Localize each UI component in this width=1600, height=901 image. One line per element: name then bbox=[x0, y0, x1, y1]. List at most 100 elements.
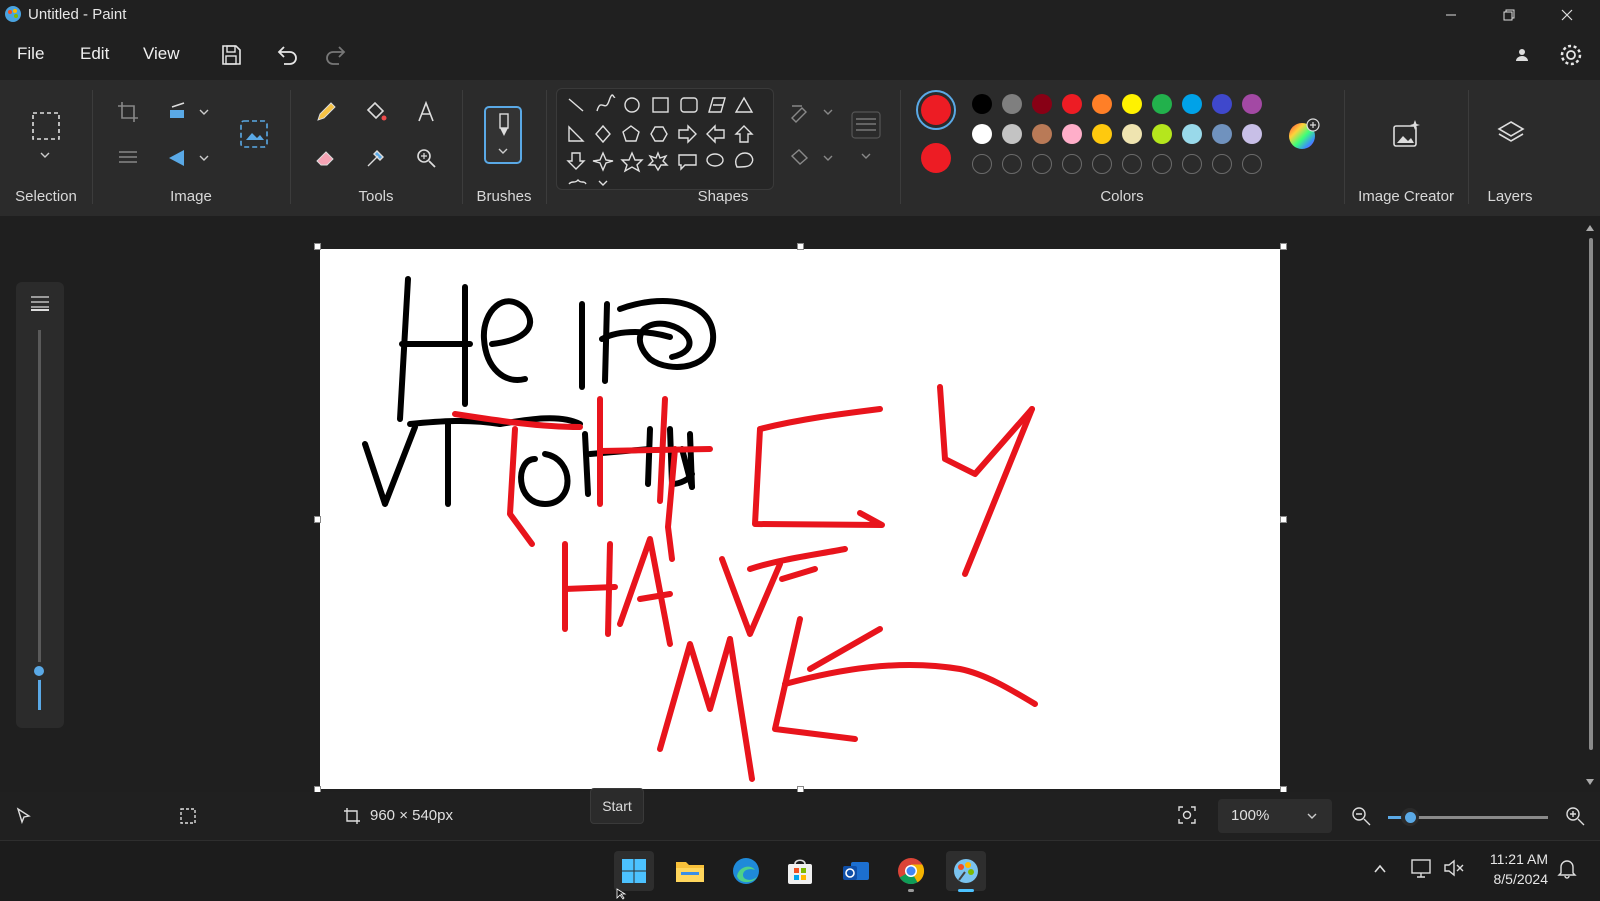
layers-icon[interactable] bbox=[1496, 118, 1526, 148]
custom-color-slot[interactable] bbox=[1062, 154, 1082, 174]
save-icon[interactable] bbox=[218, 42, 244, 68]
rotate-chevron-down-icon[interactable] bbox=[198, 152, 210, 164]
pencil-icon[interactable] bbox=[314, 100, 338, 124]
custom-color-slot[interactable] bbox=[1182, 154, 1202, 174]
brush-size-thumb[interactable] bbox=[30, 662, 48, 680]
brushes-button[interactable] bbox=[484, 106, 522, 164]
zoom-in-icon[interactable] bbox=[1564, 805, 1586, 827]
palette-color-swatch[interactable] bbox=[1212, 124, 1232, 144]
magnifier-icon[interactable] bbox=[414, 146, 438, 170]
mouse-pointer-icon bbox=[616, 888, 627, 900]
taskbar-time[interactable]: 11:21 AM bbox=[1478, 851, 1548, 867]
resize-icon[interactable] bbox=[166, 100, 190, 124]
zoom-out-icon[interactable] bbox=[1350, 805, 1372, 827]
crop-icon[interactable] bbox=[116, 100, 140, 124]
shape-outline-icon[interactable] bbox=[788, 100, 812, 124]
palette-color-swatch[interactable] bbox=[1152, 124, 1172, 144]
account-icon[interactable] bbox=[1512, 45, 1532, 65]
edit-colors-rainbow-icon[interactable] bbox=[1286, 118, 1320, 152]
minimize-button[interactable] bbox=[1422, 0, 1480, 30]
file-explorer-button[interactable] bbox=[670, 851, 710, 891]
chrome-button[interactable] bbox=[891, 851, 931, 892]
restore-button[interactable] bbox=[1480, 0, 1538, 30]
palette-color-swatch[interactable] bbox=[1242, 124, 1262, 144]
custom-color-slot[interactable] bbox=[1032, 154, 1052, 174]
menu-edit[interactable]: Edit bbox=[80, 44, 109, 64]
palette-color-swatch[interactable] bbox=[1122, 94, 1142, 114]
scroll-down-icon[interactable] bbox=[1584, 776, 1596, 788]
custom-color-slot[interactable] bbox=[1092, 154, 1112, 174]
image-creator-icon[interactable] bbox=[1390, 118, 1422, 150]
palette-color-swatch[interactable] bbox=[1092, 124, 1112, 144]
undo-icon[interactable] bbox=[274, 42, 300, 68]
palette-color-swatch[interactable] bbox=[1062, 124, 1082, 144]
fill-chevron-down-icon[interactable] bbox=[822, 152, 834, 164]
menu-file[interactable]: File bbox=[17, 44, 44, 64]
volume-muted-icon[interactable] bbox=[1442, 857, 1466, 879]
palette-color-swatch[interactable] bbox=[1062, 94, 1082, 114]
notification-bell-icon[interactable] bbox=[1556, 857, 1578, 879]
paint-taskbar-button[interactable] bbox=[946, 851, 986, 892]
color-picker-icon[interactable] bbox=[364, 146, 388, 170]
palette-color-swatch[interactable] bbox=[1242, 94, 1262, 114]
palette-color-swatch[interactable] bbox=[1032, 124, 1052, 144]
palette-color-swatch[interactable] bbox=[972, 124, 992, 144]
outline-chevron-down-icon[interactable] bbox=[822, 106, 834, 118]
selection-chevron-down-icon[interactable] bbox=[38, 148, 52, 162]
palette-color-swatch[interactable] bbox=[1182, 94, 1202, 114]
resize-handle-top[interactable] bbox=[797, 243, 804, 250]
custom-color-slot[interactable] bbox=[1212, 154, 1232, 174]
flip-rotate-icon[interactable] bbox=[166, 146, 190, 170]
drawing-canvas[interactable] bbox=[320, 249, 1280, 789]
rectangle-selection-icon[interactable] bbox=[30, 110, 62, 142]
close-button[interactable] bbox=[1538, 0, 1596, 30]
zoom-dropdown[interactable]: 100% bbox=[1218, 799, 1332, 833]
custom-color-slot[interactable] bbox=[1242, 154, 1262, 174]
palette-color-swatch[interactable] bbox=[1212, 94, 1232, 114]
palette-color-swatch[interactable] bbox=[1032, 94, 1052, 114]
palette-color-swatch[interactable] bbox=[1002, 94, 1022, 114]
resize-chevron-down-icon[interactable] bbox=[198, 106, 210, 118]
custom-color-slot[interactable] bbox=[972, 154, 992, 174]
edge-browser-button[interactable] bbox=[726, 851, 766, 891]
vertical-scrollbar[interactable] bbox=[1589, 238, 1593, 750]
custom-color-slot[interactable] bbox=[1152, 154, 1172, 174]
palette-color-swatch[interactable] bbox=[972, 94, 992, 114]
palette-color-swatch[interactable] bbox=[1182, 124, 1202, 144]
primary-color-button[interactable] bbox=[916, 90, 956, 130]
zoom-slider-thumb[interactable] bbox=[1401, 808, 1419, 826]
resize-handle-left[interactable] bbox=[314, 516, 321, 523]
fill-bucket-icon[interactable] bbox=[364, 100, 388, 124]
palette-color-swatch[interactable] bbox=[1092, 94, 1112, 114]
remove-background-icon[interactable] bbox=[116, 146, 140, 170]
menu-view[interactable]: View bbox=[143, 44, 180, 64]
resize-handle-top-right[interactable] bbox=[1280, 243, 1287, 250]
outlook-button[interactable] bbox=[836, 851, 876, 891]
custom-color-slot[interactable] bbox=[1122, 154, 1142, 174]
thickness-chevron-down-icon[interactable] bbox=[860, 150, 872, 162]
palette-color-swatch[interactable] bbox=[1152, 94, 1172, 114]
zoom-value: 100% bbox=[1231, 807, 1270, 824]
custom-color-slot[interactable] bbox=[1002, 154, 1022, 174]
resize-handle-right[interactable] bbox=[1280, 516, 1287, 523]
triangle-shape-icon bbox=[734, 96, 754, 113]
line-thickness-icon[interactable] bbox=[850, 110, 882, 140]
scroll-up-icon[interactable] bbox=[1584, 222, 1596, 234]
palette-color-swatch[interactable] bbox=[1122, 124, 1142, 144]
palette-color-swatch[interactable] bbox=[1002, 124, 1022, 144]
brush-size-track[interactable] bbox=[38, 330, 41, 710]
network-icon[interactable] bbox=[1410, 857, 1434, 879]
shape-fill-icon[interactable] bbox=[788, 146, 812, 170]
microsoft-store-button[interactable] bbox=[780, 851, 820, 891]
start-button[interactable] bbox=[614, 851, 654, 891]
resize-handle-top-left[interactable] bbox=[314, 243, 321, 250]
settings-gear-icon[interactable] bbox=[1558, 42, 1584, 68]
image-select-icon[interactable] bbox=[238, 118, 270, 150]
redo-icon[interactable] bbox=[323, 42, 349, 68]
eraser-icon[interactable] bbox=[314, 146, 338, 170]
taskbar-date[interactable]: 8/5/2024 bbox=[1478, 871, 1549, 887]
fit-to-window-icon[interactable] bbox=[1176, 804, 1198, 826]
text-icon[interactable] bbox=[414, 100, 438, 124]
show-hidden-icons-chevron-icon[interactable] bbox=[1372, 861, 1388, 877]
secondary-color-swatch[interactable] bbox=[921, 143, 951, 173]
